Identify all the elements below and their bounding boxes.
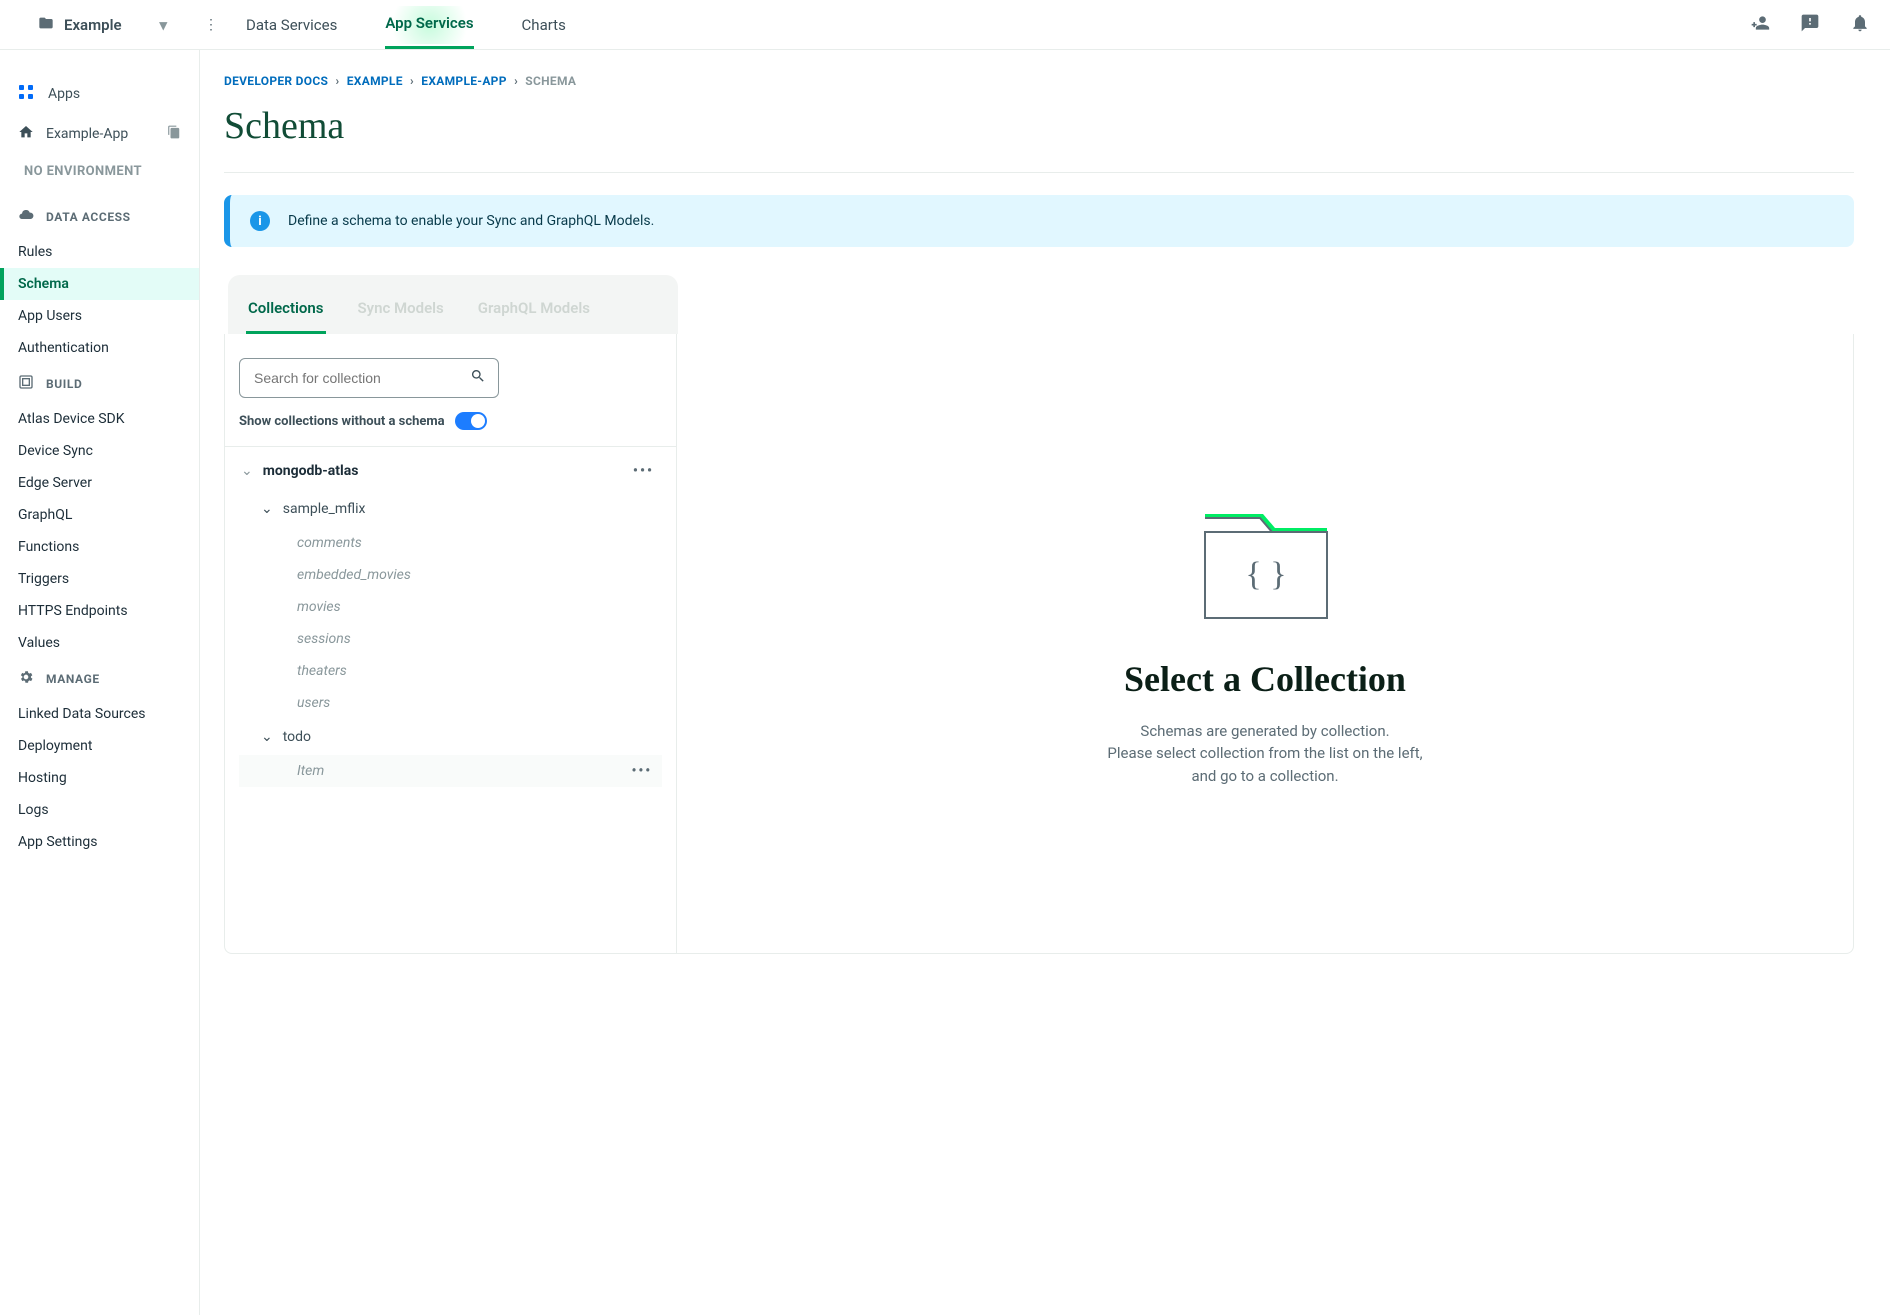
sidebar-item-authentication[interactable]: Authentication — [0, 332, 199, 364]
empty-state-title: Select a Collection — [1124, 658, 1406, 700]
empty-state-illustration: { } — [1185, 500, 1345, 630]
sidebar: Apps Example-App NO ENVIRONMENT DATA ACC… — [0, 50, 200, 1315]
collection-item-item[interactable]: Item ••• — [239, 755, 662, 787]
chevron-down-icon: ⌄ — [261, 729, 273, 745]
empty-state: { } Select a Collection Schemas are gene… — [677, 334, 1853, 953]
chevron-right-icon: › — [410, 74, 414, 88]
apps-label: Apps — [48, 86, 80, 102]
show-no-schema-toggle[interactable] — [455, 412, 487, 430]
schema-tabs: Collections Sync Models GraphQL Models — [228, 275, 678, 334]
tab-charts[interactable]: Charts — [522, 0, 566, 49]
collection-item-sessions[interactable]: sessions — [239, 623, 662, 655]
datasource-name: mongodb-atlas — [263, 463, 359, 479]
sidebar-item-app-settings[interactable]: App Settings — [0, 826, 199, 858]
collection-item-label: Item — [297, 763, 324, 779]
svg-text:{ }: { } — [1245, 556, 1286, 593]
collections-panel: Show collections without a schema ⌄ mong… — [225, 334, 677, 953]
copy-icon[interactable] — [167, 125, 181, 143]
section-build: BUILD — [0, 364, 199, 403]
breadcrumb-current: SCHEMA — [525, 74, 576, 88]
datasource-more-icon[interactable]: ••• — [633, 463, 654, 479]
collection-more-icon[interactable]: ••• — [631, 763, 652, 779]
project-selector[interactable]: Example ▾ — [0, 15, 200, 35]
folder-icon — [38, 15, 54, 35]
divider — [224, 172, 1854, 173]
chevron-down-icon: ⌄ — [261, 501, 273, 517]
chevron-right-icon: › — [336, 74, 340, 88]
apps-grid-icon — [18, 84, 36, 104]
collection-item-movies[interactable]: movies — [239, 591, 662, 623]
sidebar-item-logs[interactable]: Logs — [0, 794, 199, 826]
sidebar-item-triggers[interactable]: Triggers — [0, 563, 199, 595]
sidebar-item-linked-data-sources[interactable]: Linked Data Sources — [0, 698, 199, 730]
cloud-icon — [18, 207, 34, 226]
sidebar-app-row[interactable]: Example-App — [0, 114, 199, 154]
sidebar-item-values[interactable]: Values — [0, 627, 199, 659]
tab-data-services[interactable]: Data Services — [246, 0, 337, 49]
app-name-label: Example-App — [46, 126, 128, 142]
kebab-menu-icon[interactable]: ⋮ — [204, 17, 218, 33]
sidebar-item-atlas-sdk[interactable]: Atlas Device SDK — [0, 403, 199, 435]
collection-item-comments[interactable]: comments — [239, 527, 662, 559]
breadcrumb-example[interactable]: EXAMPLE — [347, 74, 403, 88]
feedback-icon[interactable] — [1800, 13, 1820, 37]
sidebar-item-deployment[interactable]: Deployment — [0, 730, 199, 762]
notifications-icon[interactable] — [1850, 13, 1870, 37]
top-bar: Example ▾ ⋮ Data Services App Services C… — [0, 0, 1890, 50]
datasource-node[interactable]: ⌄ mongodb-atlas ••• — [239, 451, 662, 491]
database-node-sample-mflix[interactable]: ⌄ sample_mflix — [239, 491, 662, 527]
topbar-actions — [1750, 13, 1870, 37]
sidebar-item-graphql[interactable]: GraphQL — [0, 499, 199, 531]
search-collection-input[interactable] — [240, 370, 498, 386]
toggle-label: Show collections without a schema — [239, 414, 445, 429]
top-nav-tabs: Data Services App Services Charts — [246, 0, 566, 49]
section-data-access: DATA ACCESS — [0, 197, 199, 236]
search-icon[interactable] — [470, 368, 486, 388]
info-banner: i Define a schema to enable your Sync an… — [224, 195, 1854, 247]
database-node-todo[interactable]: ⌄ todo — [239, 719, 662, 755]
home-icon — [18, 124, 34, 144]
environment-label: NO ENVIRONMENT — [0, 154, 199, 197]
search-collection-box — [239, 358, 499, 398]
breadcrumb-app[interactable]: EXAMPLE-APP — [421, 74, 506, 88]
breadcrumb: DEVELOPER DOCS › EXAMPLE › EXAMPLE-APP ›… — [200, 74, 1854, 88]
sidebar-item-rules[interactable]: Rules — [0, 236, 199, 268]
sidebar-item-hosting[interactable]: Hosting — [0, 762, 199, 794]
breadcrumb-docs[interactable]: DEVELOPER DOCS — [224, 74, 328, 88]
empty-state-text: Schemas are generated by collection. Ple… — [1095, 720, 1435, 788]
project-name: Example — [64, 16, 122, 34]
build-icon — [18, 374, 34, 393]
database-name: sample_mflix — [283, 501, 366, 517]
sidebar-item-apps[interactable]: Apps — [0, 74, 199, 114]
project-chevron-icon[interactable]: ▾ — [160, 16, 168, 34]
tab-app-services[interactable]: App Services — [385, 0, 473, 49]
main-content: DEVELOPER DOCS › EXAMPLE › EXAMPLE-APP ›… — [200, 50, 1890, 1315]
sidebar-item-device-sync[interactable]: Device Sync — [0, 435, 199, 467]
sidebar-item-edge-server[interactable]: Edge Server — [0, 467, 199, 499]
show-no-schema-toggle-row: Show collections without a schema — [239, 412, 662, 430]
invite-user-icon[interactable] — [1750, 13, 1770, 37]
collection-item-embedded-movies[interactable]: embedded_movies — [239, 559, 662, 591]
tab-sync-models: Sync Models — [356, 299, 446, 334]
collection-item-users[interactable]: users — [239, 687, 662, 719]
page-title: Schema — [200, 88, 1854, 172]
chevron-right-icon: › — [514, 74, 518, 88]
gear-icon — [18, 669, 34, 688]
sidebar-item-app-users[interactable]: App Users — [0, 300, 199, 332]
info-icon: i — [250, 211, 270, 231]
database-name: todo — [283, 729, 311, 745]
sidebar-item-schema[interactable]: Schema — [0, 268, 199, 300]
collection-item-theaters[interactable]: theaters — [239, 655, 662, 687]
info-text: Define a schema to enable your Sync and … — [288, 213, 654, 229]
tab-collections[interactable]: Collections — [246, 299, 326, 334]
sidebar-item-https-endpoints[interactable]: HTTPS Endpoints — [0, 595, 199, 627]
sidebar-item-functions[interactable]: Functions — [0, 531, 199, 563]
section-manage: MANAGE — [0, 659, 199, 698]
tab-graphql-models: GraphQL Models — [476, 299, 592, 334]
chevron-down-icon: ⌄ — [241, 463, 253, 479]
